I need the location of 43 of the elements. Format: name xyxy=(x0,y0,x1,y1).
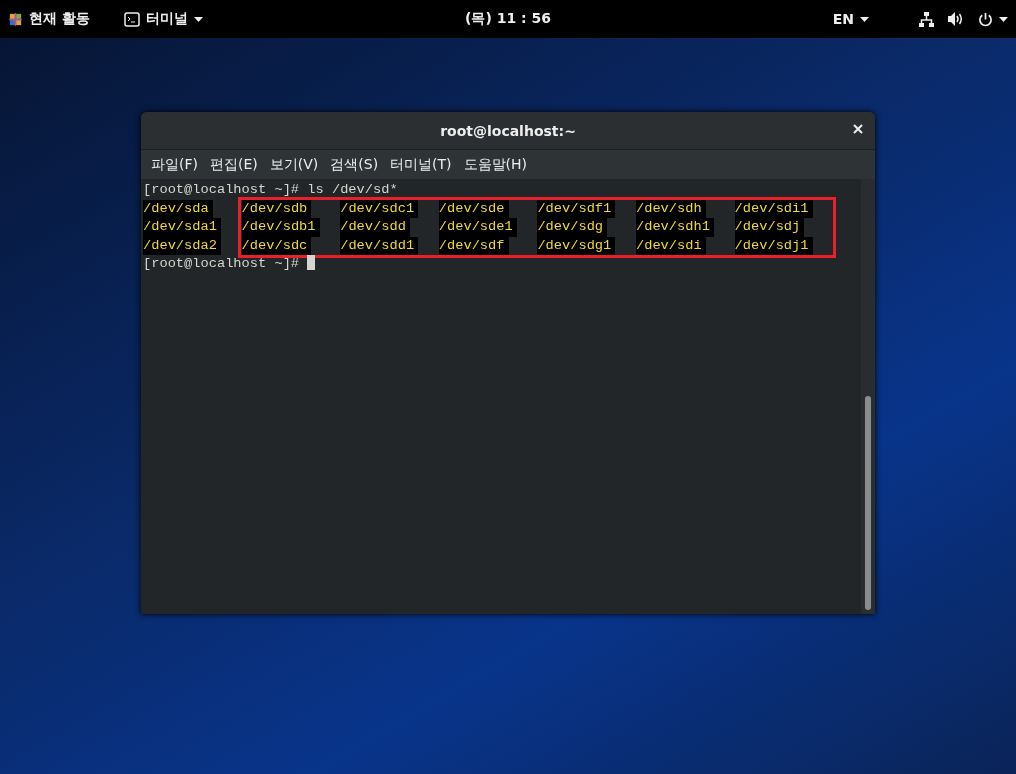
device-path: /dev/sdb1 xyxy=(241,218,320,237)
device-path: /dev/sdj1 xyxy=(734,236,813,255)
device-path: /dev/sdf1 xyxy=(537,199,616,218)
device-path: /dev/sdj xyxy=(734,218,805,237)
command-line: [root@localhost ~]# ls /dev/sd* xyxy=(143,181,399,199)
flower-logo-icon xyxy=(8,11,23,27)
device-path: /dev/sda xyxy=(143,199,213,218)
device-path: /dev/sdg xyxy=(537,218,608,237)
activities-button[interactable]: 현재 활동 xyxy=(8,10,90,28)
device-path: /dev/sdb xyxy=(241,199,312,218)
device-path: /dev/sde1 xyxy=(438,218,517,237)
device-path: /dev/sdd1 xyxy=(340,236,419,255)
device-path: /dev/sdh xyxy=(635,199,706,218)
device-path: /dev/sda1 xyxy=(143,218,221,237)
device-path: /dev/sdh1 xyxy=(635,218,714,237)
device-path: /dev/sdg1 xyxy=(537,236,616,255)
network-icon[interactable] xyxy=(919,11,934,27)
close-icon[interactable] xyxy=(851,122,865,136)
menu-item[interactable]: 파일(F) xyxy=(145,153,204,176)
caret-icon xyxy=(193,16,203,22)
text-cursor xyxy=(307,255,316,270)
caret-icon xyxy=(999,16,1008,22)
device-path: /dev/sdd xyxy=(340,218,410,237)
app-menu-button[interactable]: 터미널 xyxy=(123,10,203,28)
scrollbar-thumb[interactable] xyxy=(865,396,871,610)
menu-item[interactable]: 검색(S) xyxy=(324,153,385,176)
device-path: /dev/sde xyxy=(438,199,509,218)
prompt: [root@localhost ~]# xyxy=(143,256,300,271)
menu-item[interactable]: 터미널(T) xyxy=(384,153,458,176)
window-title: root@localhost:~ xyxy=(440,122,576,139)
power-icon xyxy=(978,11,993,27)
volume-icon[interactable] xyxy=(948,12,964,26)
caret-icon xyxy=(860,16,869,22)
language-button[interactable]: EN xyxy=(832,11,869,27)
clock[interactable]: (목) 11 : 56 xyxy=(465,10,551,28)
scrollbar[interactable] xyxy=(861,179,875,614)
menu-item[interactable]: 편집(E) xyxy=(204,153,264,176)
device-path: /dev/sdi1 xyxy=(734,199,813,218)
menu-item[interactable]: 보기(V) xyxy=(263,153,325,176)
terminal-icon xyxy=(123,11,140,27)
device-path: /dev/sdc1 xyxy=(340,199,419,218)
power-menu-button[interactable] xyxy=(978,11,1008,27)
menu-item[interactable]: 도움말(H) xyxy=(457,153,534,176)
